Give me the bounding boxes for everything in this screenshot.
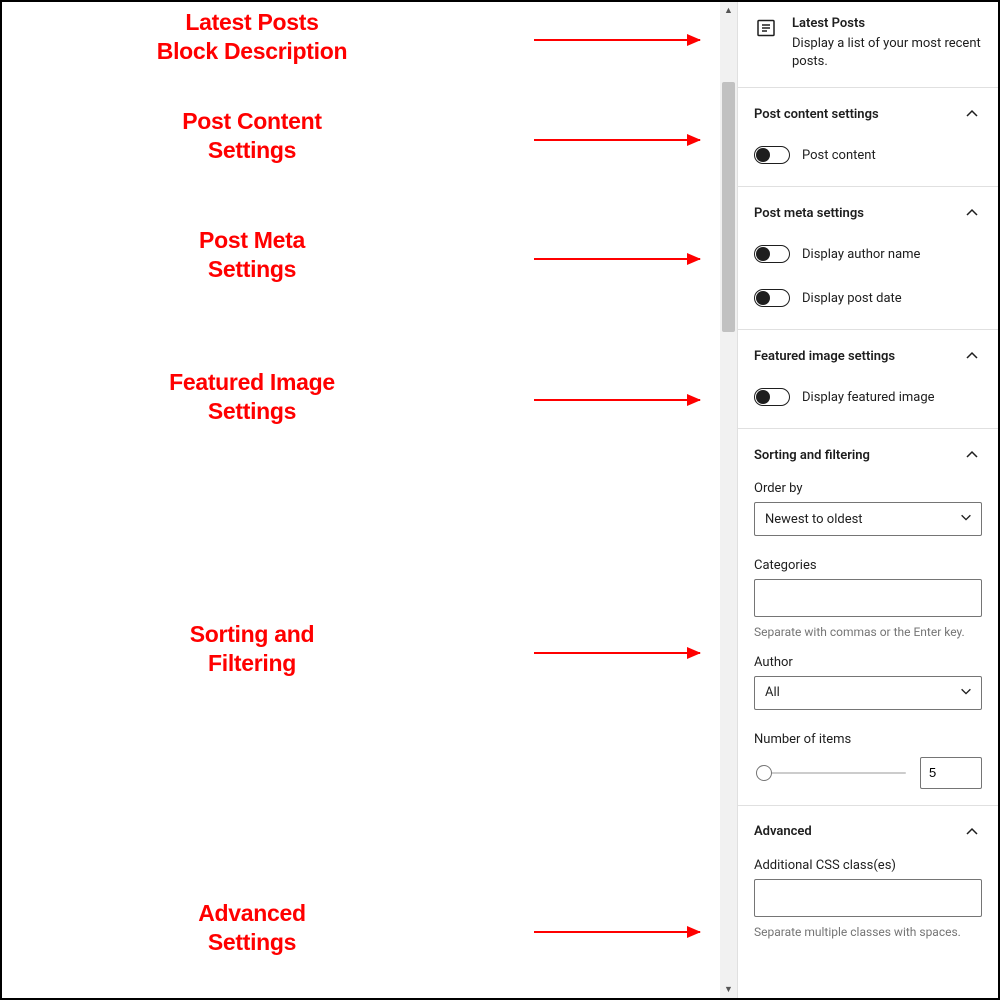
field-label: Order by [754,481,982,496]
latest-posts-icon [754,16,778,40]
field-order-by: Order by Newest to oldest [754,481,982,536]
panel-featured-image: Featured image settings Display featured… [738,330,998,429]
annotation-label: Settings [2,928,502,957]
panel-header-post-meta[interactable]: Post meta settings [738,187,998,239]
panel-title: Sorting and filtering [754,448,870,463]
help-text: Separate multiple classes with spaces. [754,925,982,941]
annotation-featured-image: Featured Image Settings [2,368,502,426]
scroll-up-arrow[interactable]: ▲ [720,2,737,19]
annotation-label: Post Content [2,107,502,136]
toggle-label: Display post date [802,291,902,306]
annotation-label: Latest Posts [2,8,502,37]
chevron-up-icon [962,822,982,842]
chevron-up-icon [962,346,982,366]
annotation-label: Advanced [2,899,502,928]
chevron-down-icon [959,510,973,528]
panel-post-content: Post content settings Post content [738,88,998,187]
panel-header-advanced[interactable]: Advanced [738,806,998,858]
block-title: Latest Posts [792,16,982,31]
slider-track [764,772,906,774]
chevron-up-icon [962,203,982,223]
block-settings-sidebar: Latest Posts Display a list of your most… [737,2,998,998]
annotation-arrow [534,652,700,654]
annotation-label: Settings [2,397,502,426]
input-categories[interactable] [754,579,982,617]
annotation-label: Featured Image [2,368,502,397]
chevron-up-icon [962,104,982,124]
scroll-down-arrow[interactable]: ▼ [720,981,737,998]
toggle-label: Post content [802,148,876,163]
field-label: Author [754,655,982,670]
select-value: All [765,685,780,700]
panel-sorting-filtering: Sorting and filtering Order by Newest to… [738,429,998,806]
annotation-arrow [534,258,700,260]
slider-number-of-items[interactable] [754,764,906,782]
field-categories: Categories Separate with commas or the E… [754,558,982,641]
editor-scrollbar[interactable]: ▲ ▼ [720,2,737,998]
chevron-down-icon [959,684,973,702]
panel-title: Post meta settings [754,206,864,221]
annotation-label: Filtering [2,649,502,678]
annotation-block-description: Latest Posts Block Description [2,8,502,66]
annotation-advanced: Advanced Settings [2,899,502,957]
annotation-label: Settings [2,136,502,165]
toggle-row-featured-image: Display featured image [754,382,982,412]
field-label: Number of items [754,732,982,747]
field-number-of-items: Number of items [754,732,982,789]
panel-header-post-content[interactable]: Post content settings [738,88,998,140]
chevron-up-icon [962,445,982,465]
toggle-row-author-name: Display author name [754,239,982,269]
toggle-label: Display featured image [802,390,935,405]
toggle-display-featured-image[interactable] [754,388,790,406]
field-label: Categories [754,558,982,573]
panel-title: Post content settings [754,107,879,122]
input-number-of-items[interactable] [920,757,982,789]
input-css-classes[interactable] [754,879,982,917]
toggle-row-post-date: Display post date [754,283,982,313]
panel-header-sorting-filtering[interactable]: Sorting and filtering [738,429,998,481]
panel-post-meta: Post meta settings Display author name D… [738,187,998,330]
help-text: Separate with commas or the Enter key. [754,625,982,641]
panel-header-featured-image[interactable]: Featured image settings [738,330,998,382]
annotation-label: Sorting and [2,620,502,649]
annotation-sorting-filtering: Sorting and Filtering [2,620,502,678]
panel-title: Advanced [754,824,812,839]
block-card: Latest Posts Display a list of your most… [738,2,998,88]
slider-thumb[interactable] [756,765,772,781]
toggle-display-post-date[interactable] [754,289,790,307]
toggle-row-post-content: Post content [754,140,982,170]
select-value: Newest to oldest [765,512,863,527]
toggle-display-author-name[interactable] [754,245,790,263]
annotation-post-content: Post Content Settings [2,107,502,165]
field-css-classes: Additional CSS class(es) Separate multip… [754,858,982,941]
annotation-arrow [534,39,700,41]
field-author: Author All [754,655,982,710]
scroll-thumb[interactable] [722,82,735,332]
annotation-label: Block Description [2,37,502,66]
annotation-post-meta: Post Meta Settings [2,226,502,284]
block-description: Display a list of your most recent posts… [792,35,982,71]
panel-advanced: Advanced Additional CSS class(es) Separa… [738,806,998,957]
annotation-arrow [534,931,700,933]
block-card-text: Latest Posts Display a list of your most… [792,16,982,71]
annotation-arrow [534,399,700,401]
annotation-label: Post Meta [2,226,502,255]
field-label: Additional CSS class(es) [754,858,982,873]
annotation-arrow [534,139,700,141]
toggle-label: Display author name [802,247,920,262]
select-author[interactable]: All [754,676,982,710]
annotation-area: Latest Posts Block Description Post Cont… [2,2,720,998]
panel-title: Featured image settings [754,349,895,364]
select-order-by[interactable]: Newest to oldest [754,502,982,536]
toggle-post-content[interactable] [754,146,790,164]
annotation-label: Settings [2,255,502,284]
